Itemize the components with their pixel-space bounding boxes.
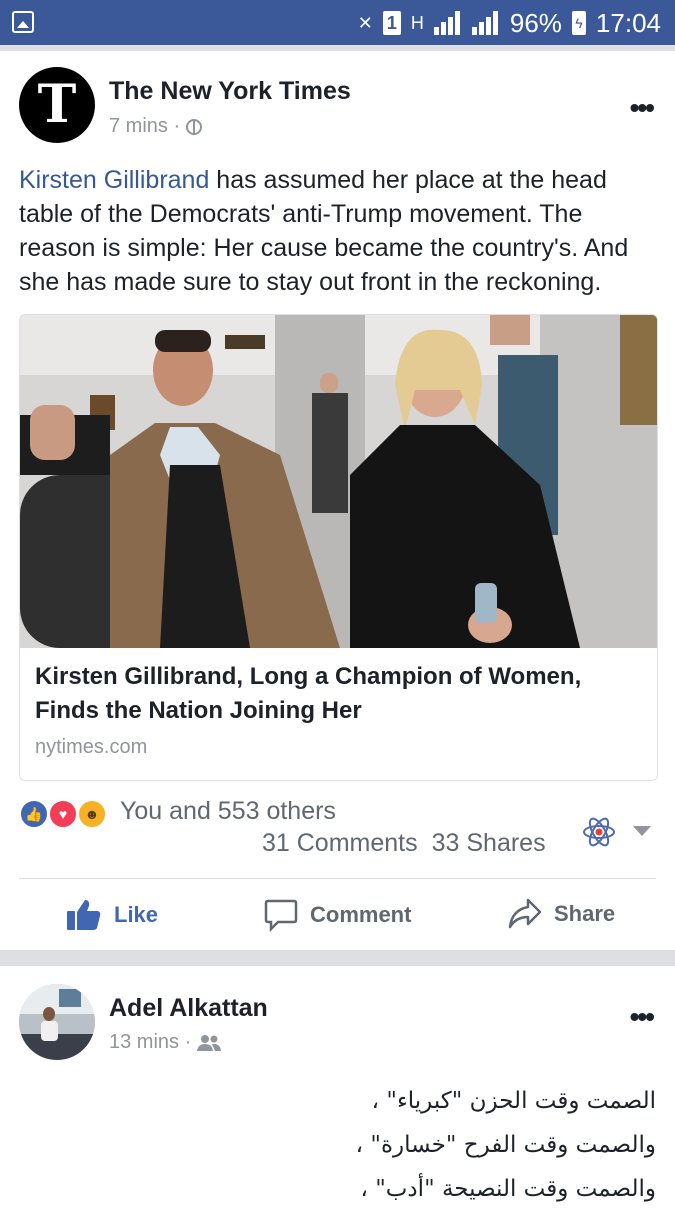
- globe-icon: [186, 118, 203, 135]
- post-time[interactable]: 7 mins ·: [109, 115, 180, 138]
- haha-reaction-icon: ☻: [77, 799, 107, 829]
- network-type-icon: H: [410, 12, 424, 33]
- engagement-stats: 31 Comments 33 Shares: [262, 829, 560, 858]
- like-label: Like: [114, 902, 159, 927]
- action-divider: [19, 878, 656, 879]
- like-reaction-icon: 👍: [19, 799, 49, 829]
- page-name[interactable]: The New York Times: [109, 77, 351, 106]
- status-bar: ✕ 1 H 96% ϟ 17:04: [0, 0, 675, 45]
- atom-icon[interactable]: [582, 815, 616, 849]
- comments-count[interactable]: 31 Comments: [262, 829, 418, 857]
- mute-icon: ✕: [357, 12, 373, 33]
- comment-icon: [264, 899, 298, 932]
- gallery-notification-icon: [12, 11, 34, 33]
- love-reaction-icon: ♥: [48, 799, 78, 829]
- share-label: Share: [554, 901, 616, 926]
- article-headline[interactable]: Kirsten Gillibrand, Long a Champion of W…: [35, 660, 635, 728]
- article-photo[interactable]: [20, 315, 657, 648]
- post2-meta: 13 mins ·: [109, 1031, 222, 1054]
- share-icon: [508, 898, 542, 929]
- chevron-down-icon[interactable]: [633, 826, 651, 836]
- comment-button[interactable]: Comment: [264, 898, 411, 932]
- post-text: Kirsten Gillibrand has assumed her place…: [19, 163, 659, 299]
- article-domain: nytimes.com: [35, 736, 148, 758]
- battery-percent: 96%: [509, 7, 562, 38]
- thumbs-up-icon: [67, 900, 101, 930]
- link-preview-card[interactable]: Kirsten Gillibrand, Long a Champion of W…: [19, 314, 658, 781]
- post-header: T The New York Times 7 mins · •••: [0, 51, 675, 151]
- more-options-icon[interactable]: •••: [630, 92, 655, 124]
- friends-audience-icon: [197, 1034, 222, 1051]
- signal-icon-2: [471, 11, 500, 35]
- page-avatar[interactable]: T: [19, 67, 95, 143]
- feed-separator-2: [0, 950, 675, 966]
- post2-header: Adel Alkattan 13 mins · •••: [0, 966, 675, 1066]
- more-options-icon-2[interactable]: •••: [630, 1001, 655, 1033]
- share-button[interactable]: Share: [508, 898, 615, 930]
- clock: 17:04: [595, 7, 661, 38]
- shares-count[interactable]: 33 Shares: [432, 829, 546, 857]
- post-meta: 7 mins ·: [109, 115, 203, 138]
- post-actions: Like Comment Share: [0, 880, 675, 946]
- post2-text: الصمت وقت الحزن "كبرياء" ، والصمت وقت ال…: [56, 1079, 656, 1211]
- battery-charging-icon: ϟ: [571, 11, 586, 35]
- post2-line: والصمت وقت الفرح "خسارة" ،: [355, 1132, 656, 1158]
- author-avatar[interactable]: [19, 984, 95, 1060]
- reactions-count[interactable]: You and 553 others: [120, 797, 336, 826]
- post2-line: والصمت وقت النصيحة "أدب" ،: [360, 1176, 656, 1202]
- signal-icon: [433, 11, 462, 35]
- status-indicators: ✕ 1 H 96% ϟ 17:04: [358, 6, 661, 40]
- author-name[interactable]: Adel Alkattan: [109, 994, 268, 1023]
- like-button[interactable]: Like: [66, 898, 158, 932]
- comment-label: Comment: [310, 902, 412, 927]
- post2-time[interactable]: 13 mins ·: [109, 1031, 191, 1054]
- sim-icon: 1: [382, 11, 401, 35]
- mention-link[interactable]: Kirsten Gillibrand: [19, 166, 209, 194]
- post2-line: الصمت وقت الحزن "كبرياء" ،: [371, 1088, 656, 1114]
